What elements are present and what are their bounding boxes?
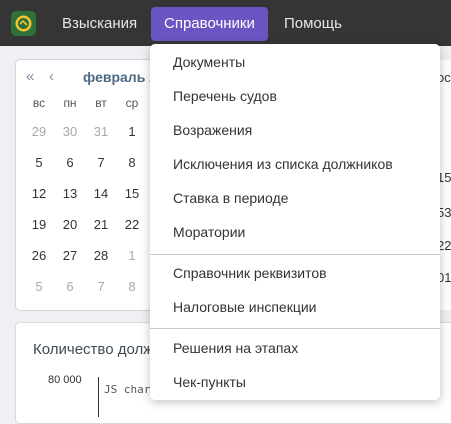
menu-item-period-rate[interactable]: Ставка в периоде <box>150 181 440 215</box>
directories-dropdown-menu: Документы Перечень судов Возражения Искл… <box>150 44 440 400</box>
calendar-day[interactable]: 8 <box>120 155 144 170</box>
menu-item-courts-list[interactable]: Перечень судов <box>150 79 440 113</box>
calendar-day[interactable]: 8 <box>120 279 144 294</box>
weekday-label: вс <box>32 96 46 110</box>
calendar-day[interactable]: 13 <box>58 186 82 201</box>
menu-item-stage-decisions[interactable]: Решения на этапах <box>150 331 440 365</box>
calendar-day[interactable]: 27 <box>58 248 82 263</box>
menu-item-tax-inspections[interactable]: Налоговые инспекции <box>150 290 440 324</box>
weekday-label: ср <box>125 96 139 110</box>
calendar-day[interactable]: 19 <box>27 217 51 232</box>
menu-item-documents[interactable]: Документы <box>150 45 440 79</box>
calendar-day[interactable]: 6 <box>58 155 82 170</box>
calendar-day[interactable]: 14 <box>89 186 113 201</box>
menu-divider <box>150 254 440 255</box>
calendar-day[interactable]: 28 <box>89 248 113 263</box>
calendar-day[interactable]: 6 <box>58 279 82 294</box>
top-navigation-bar: Взыскания Справочники Помощь <box>0 0 451 46</box>
y-axis-tick-label: 80 000 <box>48 374 82 386</box>
calendar-day[interactable]: 31 <box>89 124 113 139</box>
weekday-label: пн <box>63 96 77 110</box>
calendar-day[interactable]: 1 <box>120 124 144 139</box>
chart-card-title: Количество долж <box>33 341 154 358</box>
calendar-month-title[interactable]: февраль 2 <box>83 69 157 85</box>
y-axis-line <box>98 377 99 417</box>
menu-item-debtor-exclusions[interactable]: Исключения из списка должников <box>150 147 440 181</box>
menu-item-checkpoints[interactable]: Чек-пункты <box>150 365 440 399</box>
nav-item-help[interactable]: Помощь <box>271 7 355 41</box>
calendar-day[interactable]: 22 <box>120 217 144 232</box>
calendar-day[interactable]: 26 <box>27 248 51 263</box>
calendar-day[interactable]: 7 <box>89 155 113 170</box>
weekday-label: вт <box>95 96 107 110</box>
menu-divider <box>150 328 440 329</box>
calendar-day[interactable]: 12 <box>27 186 51 201</box>
nav-item-directories[interactable]: Справочники <box>151 7 268 41</box>
calendar-day[interactable]: 5 <box>27 155 51 170</box>
calendar-day[interactable]: 20 <box>58 217 82 232</box>
calendar-day[interactable]: 30 <box>58 124 82 139</box>
calendar-day[interactable]: 5 <box>27 279 51 294</box>
calendar-day[interactable]: 15 <box>120 186 144 201</box>
menu-item-objections[interactable]: Возражения <box>150 113 440 147</box>
app-logo-icon[interactable] <box>11 11 36 36</box>
double-chevron-left-icon[interactable]: « <box>26 68 34 85</box>
calendar-day[interactable]: 29 <box>27 124 51 139</box>
nav-item-collections[interactable]: Взыскания <box>49 7 150 41</box>
calendar-day[interactable]: 7 <box>89 279 113 294</box>
calendar-day[interactable]: 21 <box>89 217 113 232</box>
menu-item-requisites[interactable]: Справочник реквизитов <box>150 256 440 290</box>
chevron-left-icon[interactable]: ‹ <box>49 68 54 85</box>
calendar-day[interactable]: 1 <box>120 248 144 263</box>
menu-item-moratoriums[interactable]: Моратории <box>150 215 440 249</box>
